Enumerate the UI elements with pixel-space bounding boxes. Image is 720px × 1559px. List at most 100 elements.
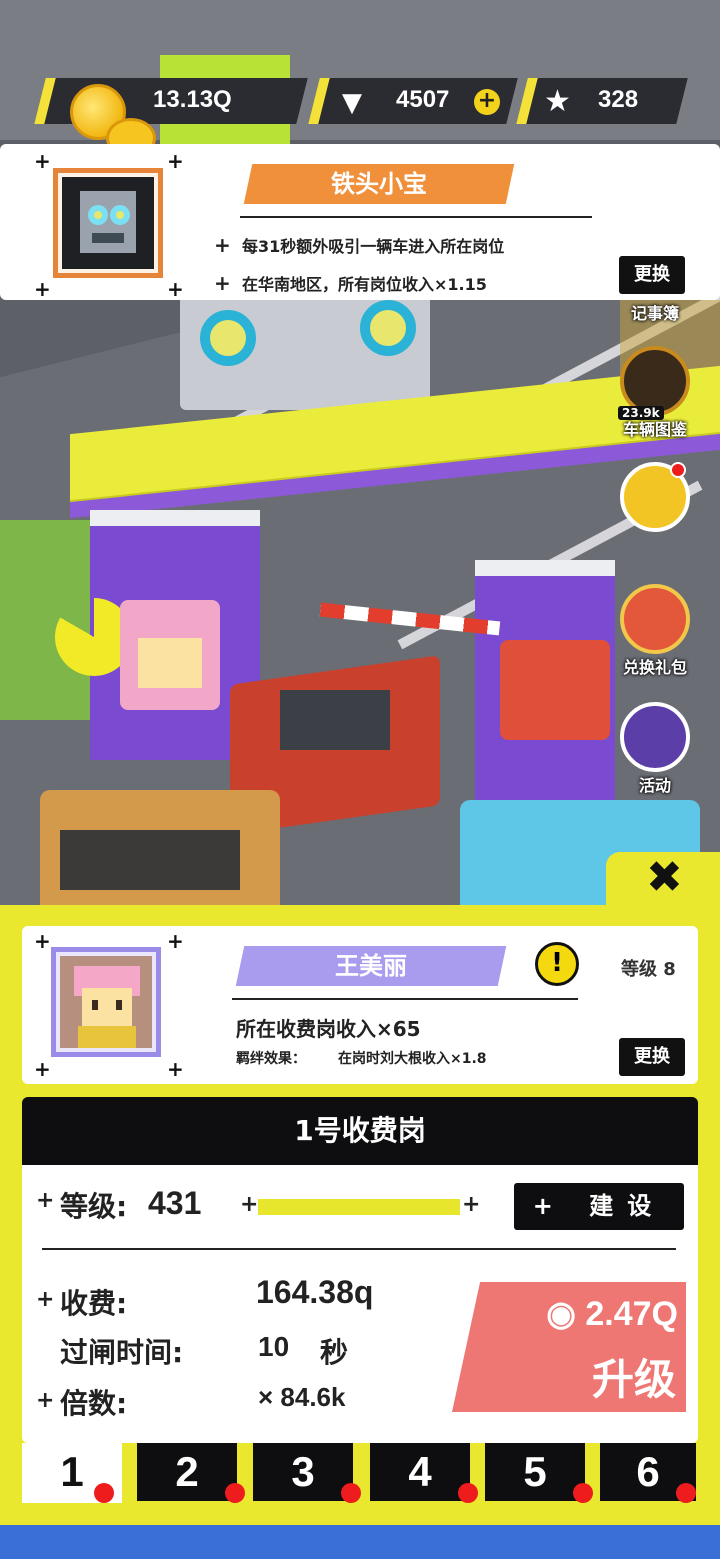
hero-portrait[interactable]: [53, 168, 163, 278]
hero-effect-2: + 在华南地区，所有岗位收入×1.15: [214, 271, 487, 295]
side-item-coins[interactable]: [610, 462, 700, 532]
corner-plus-icon: +: [34, 929, 51, 953]
tab-station-4[interactable]: 4: [370, 1443, 478, 1503]
fee-label: 收费:: [60, 1287, 128, 1320]
tab-station-3[interactable]: 3: [253, 1443, 361, 1503]
notification-dot: [225, 1483, 245, 1503]
bottom-strip: [0, 1525, 720, 1559]
notification-dot: [94, 1483, 114, 1503]
tab-label: 6: [636, 1448, 660, 1495]
divider: [232, 998, 578, 1000]
side-item-notebook[interactable]: 记事簿: [610, 300, 700, 324]
notification-dot: [573, 1483, 593, 1503]
plus-icon: +: [240, 1192, 259, 1217]
tab-station-1[interactable]: 1: [22, 1443, 122, 1503]
upgrade-label: 升级: [591, 1355, 676, 1404]
pass-time-unit: 秒: [320, 1336, 349, 1369]
hero-name-banner: 铁头小宝: [243, 164, 515, 204]
tab-station-2[interactable]: 2: [137, 1443, 245, 1503]
star-value: 328: [598, 86, 639, 113]
station-title: 1号收费岗: [22, 1097, 698, 1165]
divider: [240, 216, 592, 218]
hero-character[interactable]: [500, 640, 610, 740]
tab-station-5[interactable]: 5: [485, 1443, 593, 1503]
hero-effect-1: + 每31秒额外吸引一辆车进入所在岗位: [214, 233, 504, 257]
corner-plus-icon: +: [34, 1057, 51, 1081]
staff-portrait[interactable]: [51, 947, 161, 1057]
hero-change-button[interactable]: 更换: [619, 256, 685, 294]
corner-plus-icon: +: [167, 1057, 184, 1081]
tab-label: 2: [175, 1448, 199, 1495]
hero-name: 铁头小宝: [331, 170, 427, 198]
notification-dot: [458, 1483, 478, 1503]
notification-dot: [676, 1483, 696, 1503]
level-progress-bar: [258, 1199, 460, 1215]
side-item-vehicle-guide[interactable]: 23.9k 车辆图鉴: [610, 346, 700, 440]
station-tabs: 1 2 3 4 5 6: [22, 1443, 698, 1503]
plus-icon: +: [36, 1188, 55, 1213]
add-gems-button[interactable]: +: [474, 89, 500, 115]
hero-effect-text: 每31秒额外吸引一辆车进入所在岗位: [242, 237, 505, 256]
star-icon: ★: [544, 84, 571, 119]
gem-value: 4507: [396, 86, 450, 113]
robot-eye: [360, 300, 416, 356]
corner-plus-icon: +: [34, 277, 51, 301]
build-label: 建设: [589, 1192, 666, 1220]
character-face: [138, 638, 202, 688]
warning-icon[interactable]: !: [535, 942, 579, 986]
divider: [42, 1248, 676, 1250]
side-item-events[interactable]: 活动: [610, 702, 700, 796]
level-value: 431: [148, 1185, 202, 1221]
plus-icon: +: [214, 233, 231, 257]
corner-plus-icon: +: [167, 149, 184, 173]
upgrade-button[interactable]: ◉ 2.47Q 升级: [452, 1282, 686, 1412]
bond-value: 在岗时刘大根收入×1.8: [338, 1051, 487, 1067]
staff-character[interactable]: [120, 600, 220, 710]
gift-icon: [620, 584, 690, 654]
tab-label: 3: [291, 1448, 315, 1495]
scene-robot-statue: [180, 290, 430, 410]
side-item-label: 兑换礼包: [622, 658, 687, 677]
multiplier-label: 倍数:: [60, 1387, 128, 1420]
staff-name-banner: 王美丽: [235, 946, 507, 986]
level-label: 等级:: [60, 1190, 128, 1223]
pass-time-value: 10: [258, 1331, 290, 1362]
plus-icon: +: [36, 1388, 55, 1413]
staff-change-button[interactable]: 更换: [619, 1038, 685, 1076]
vehicle-count-badge: 23.9k: [618, 406, 664, 420]
staff-name: 王美丽: [335, 952, 407, 980]
robot-avatar: [62, 177, 154, 269]
tab-label: 1: [60, 1448, 84, 1495]
bond-label: 羁绊效果：: [236, 1051, 306, 1067]
corner-plus-icon: +: [167, 277, 184, 301]
diamond-icon: ▼: [342, 88, 362, 118]
hero-effect-text: 在华南地区，所有岗位收入×1.15: [242, 275, 487, 294]
staff-avatar: [60, 956, 152, 1048]
event-ticket-icon: [620, 702, 690, 772]
tab-station-6[interactable]: 6: [600, 1443, 696, 1503]
tab-label: 5: [523, 1448, 547, 1495]
truck-window: [280, 690, 390, 750]
plus-icon: +: [462, 1192, 481, 1217]
notification-dot: [341, 1483, 361, 1503]
close-icon[interactable]: ✖: [646, 852, 683, 903]
fee-value: 164.38q: [256, 1274, 374, 1310]
upgrade-cost: ◉ 2.47Q: [546, 1295, 678, 1333]
multiplier-value: × 84.6k: [258, 1382, 346, 1412]
corner-plus-icon: +: [167, 929, 184, 953]
corner-plus-icon: +: [34, 149, 51, 173]
tab-label: 4: [408, 1448, 432, 1495]
van-window: [60, 830, 240, 890]
plus-icon: +: [36, 1287, 55, 1312]
plus-icon: +: [214, 271, 231, 295]
side-item-label: 记事簿: [630, 304, 679, 323]
staff-bonus: 所在收费岗收入×65: [236, 1017, 421, 1041]
pass-time-label: 过闸时间:: [60, 1336, 184, 1369]
build-plus-icon: +: [532, 1192, 567, 1220]
robot-eye: [200, 310, 256, 366]
side-item-gift-exchange[interactable]: 兑换礼包: [610, 584, 700, 678]
build-button[interactable]: + 建设: [514, 1183, 684, 1230]
notification-dot: [670, 462, 686, 478]
staff-level: 等级 8: [621, 959, 676, 980]
coin-value: 13.13Q: [153, 86, 232, 113]
